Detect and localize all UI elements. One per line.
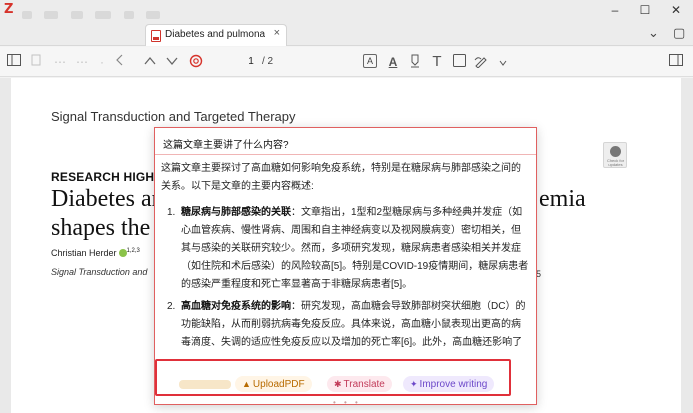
divider bbox=[155, 154, 536, 155]
maximize-button[interactable]: ☐ bbox=[630, 0, 660, 22]
list-item: 1. 糖尿病与肺部感染的关联：文章指出，1型和2型糖尿病与多种经典并发症（如心血管… bbox=[159, 204, 529, 294]
list-number: 2. bbox=[167, 301, 176, 312]
text-box-icon[interactable]: A bbox=[363, 54, 377, 68]
title-bar: Z – ☐ ✕ bbox=[0, 0, 693, 22]
context-pane-icon[interactable] bbox=[668, 54, 684, 70]
page-number-input[interactable]: 1 bbox=[238, 54, 264, 70]
item-text: ：文章指出，1型和2型糖尿病与多种经典并发症（如心血管疾病、慢性肾病、周围和自主… bbox=[181, 207, 529, 290]
next-page-icon[interactable] bbox=[164, 54, 180, 70]
blurred-chip[interactable] bbox=[179, 380, 231, 389]
tab-document[interactable]: Diabetes and pulmonar × bbox=[145, 24, 287, 46]
list-number: 1. bbox=[167, 207, 176, 218]
author-name[interactable]: Christian Herder bbox=[51, 248, 117, 258]
toolbar-faint-icon[interactable]: ⋯ bbox=[74, 54, 90, 70]
author-line: Christian Herder 1,2,3 bbox=[51, 248, 140, 258]
text-color-icon[interactable]: A bbox=[385, 54, 401, 70]
upload-pdf-button[interactable]: ▲ UploadPDF bbox=[235, 376, 312, 392]
upload-label: UploadPDF bbox=[252, 379, 305, 390]
fade-overlay bbox=[157, 361, 509, 372]
previous-page-icon[interactable] bbox=[142, 54, 158, 70]
section-label: RESEARCH HIGH bbox=[51, 170, 155, 184]
improve-writing-button[interactable]: ✦ Improve writing bbox=[403, 376, 495, 392]
article-title-left: Diabetes ar bbox=[51, 186, 160, 212]
menu-item-blurred[interactable] bbox=[95, 11, 112, 19]
action-bar: ▲ UploadPDF ✱ Translate ✦ Improve writing bbox=[155, 359, 511, 396]
translate-label: Translate bbox=[343, 379, 385, 390]
chevron-down-icon[interactable] bbox=[495, 54, 511, 70]
answer-intro: 这篇文章主要探讨了高血糖如何影响免疫系统，特别是在糖尿病与肺部感染之间的关系。以… bbox=[161, 163, 521, 192]
citation-line: Signal Transduction and bbox=[51, 267, 148, 277]
update-icon bbox=[610, 146, 621, 157]
app-logo[interactable]: Z bbox=[4, 3, 18, 17]
menu-item-blurred[interactable] bbox=[22, 11, 32, 19]
item-heading: 糖尿病与肺部感染的关联 bbox=[181, 207, 291, 218]
draw-icon[interactable] bbox=[473, 54, 489, 70]
minimize-button[interactable]: – bbox=[600, 0, 630, 22]
ai-answer-popup: 这篇文章主要讲了什么内容? 这篇文章主要探讨了高血糖如何影响免疫系统，特别是在糖… bbox=[154, 127, 537, 407]
reader-toolbar: ⋯ ⋯ · 1 / 2 A A T bbox=[0, 47, 693, 77]
author-affiliations: 1,2,3 bbox=[126, 248, 140, 254]
ai-answer: 这篇文章主要探讨了高血糖如何影响免疫系统，特别是在糖尿病与肺部感染之间的关系。以… bbox=[159, 160, 529, 356]
sidebar-toggle-icon[interactable] bbox=[6, 54, 22, 70]
toolbar-faint-icon[interactable]: · bbox=[94, 54, 110, 70]
tab-title: Diabetes and pulmonar bbox=[165, 29, 265, 40]
badge-text: Check for updates bbox=[606, 158, 625, 167]
answer-list: 1. 糖尿病与肺部感染的关联：文章指出，1型和2型糖尿病与多种经典并发症（如心血管… bbox=[159, 204, 529, 352]
back-icon[interactable] bbox=[112, 54, 128, 70]
list-item: 2. 高血糖对免疫系统的影响：研究发现，高血糖会导致肺部树突状细胞（DC）的功能缺… bbox=[159, 298, 529, 352]
pdf-file-icon bbox=[151, 30, 161, 42]
journal-name: Signal Transduction and Targeted Therapy bbox=[51, 109, 296, 124]
highlight-icon[interactable] bbox=[407, 54, 423, 70]
item-heading: 高血糖对免疫系统的影响 bbox=[181, 301, 291, 312]
menu-item-blurred[interactable] bbox=[146, 11, 161, 19]
translate-button[interactable]: ✱ Translate bbox=[327, 376, 392, 392]
close-window-button[interactable]: ✕ bbox=[661, 0, 691, 22]
menu-item-blurred[interactable] bbox=[123, 11, 134, 19]
sparkle-icon: ✦ bbox=[410, 379, 418, 389]
improve-label: Improve writing bbox=[419, 379, 488, 390]
tab-bar: Diabetes and pulmonar × ⌄ ▢ bbox=[0, 22, 693, 46]
page-total: / 2 bbox=[262, 56, 274, 67]
app-window: Z – ☐ ✕ Diabetes and pulmonar × ⌄ ▢ ⋯ ⋯ … bbox=[0, 0, 693, 413]
note-icon[interactable] bbox=[451, 54, 467, 70]
tab-close-icon[interactable]: × bbox=[274, 27, 280, 39]
ai-assistant-icon[interactable] bbox=[188, 54, 204, 70]
check-for-updates-badge[interactable]: Check for updates bbox=[603, 142, 627, 168]
orcid-icon[interactable] bbox=[118, 249, 127, 257]
user-question: 这篇文章主要讲了什么内容? bbox=[163, 140, 289, 151]
restore-icon[interactable]: ▢ bbox=[673, 25, 685, 41]
menu-item-blurred[interactable] bbox=[44, 11, 59, 19]
menu-item-blurred[interactable] bbox=[70, 11, 83, 19]
article-title-right: emia bbox=[539, 186, 586, 212]
translate-icon: ✱ bbox=[334, 379, 342, 389]
chevron-down-icon[interactable]: ⌄ bbox=[648, 25, 659, 41]
toolbar-faint-icon[interactable]: ⋯ bbox=[52, 54, 68, 70]
text-tool-icon[interactable]: T bbox=[429, 54, 445, 70]
pager-dots[interactable]: • • • bbox=[333, 398, 361, 407]
article-title-line2: shapes the bbox=[51, 215, 151, 241]
page-icon[interactable] bbox=[28, 54, 44, 70]
upload-icon: ▲ bbox=[242, 379, 251, 389]
